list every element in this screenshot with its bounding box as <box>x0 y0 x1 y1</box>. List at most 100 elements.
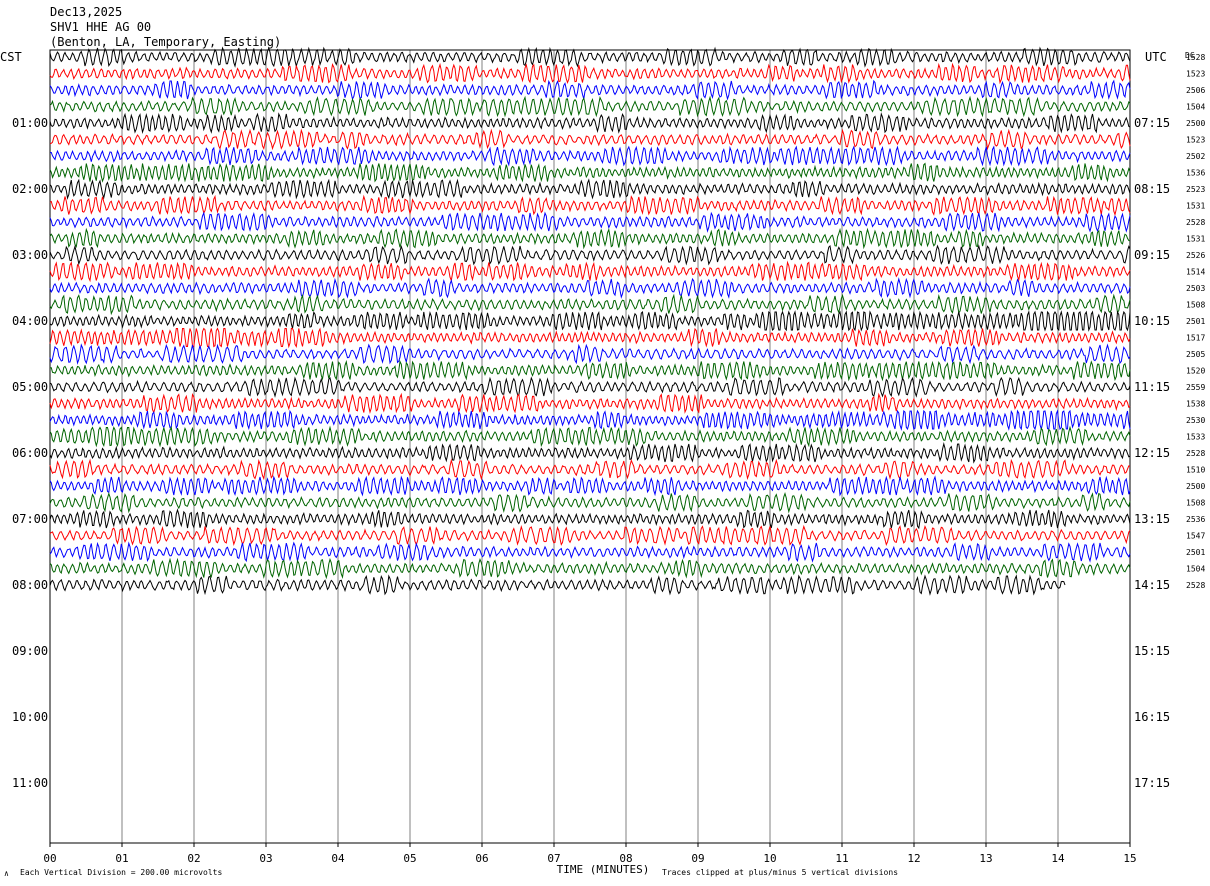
dc-offset-label: 2501 <box>1186 548 1205 557</box>
seismic-trace-line <box>49 475 1131 497</box>
left-hour-label: 02:00 <box>12 182 48 196</box>
left-hour-label: 07:00 <box>12 512 48 526</box>
left-hour-label: 06:00 <box>12 446 48 460</box>
seismic-trace-line <box>49 541 1131 563</box>
seismic-trace-line <box>49 327 1131 349</box>
plot-station: SHV1 HHE AG 00 <box>50 20 151 34</box>
right-hour-label: 09:15 <box>1134 248 1170 262</box>
x-tick-label: 09 <box>691 852 704 865</box>
x-tick-label: 04 <box>331 852 345 865</box>
trace-group <box>49 46 1131 596</box>
seismic-trace-line <box>50 145 1131 167</box>
dc-offset-label: 2559 <box>1186 383 1205 392</box>
right-hour-label: 10:15 <box>1134 314 1170 328</box>
dc-offset-label: 1538 <box>1186 400 1205 409</box>
seismic-trace-line <box>49 409 1131 431</box>
right-hour-label: 12:15 <box>1134 446 1170 460</box>
seismic-trace-line <box>49 79 1131 101</box>
right-hour-label: 07:15 <box>1134 116 1170 130</box>
x-tick-label: 14 <box>1051 852 1065 865</box>
dc-offset-label: 2528 <box>1186 218 1205 227</box>
dc-offset-label: 2528 <box>1186 449 1205 458</box>
right-hour-label: 15:15 <box>1134 644 1170 658</box>
dc-offset-label: 1504 <box>1186 565 1205 574</box>
x-tick-label: 13 <box>979 852 992 865</box>
dc-offset-label: 1547 <box>1186 532 1205 541</box>
dc-offset-label: 1533 <box>1186 433 1205 442</box>
right-hour-label: 17:15 <box>1134 776 1170 790</box>
footer-mark: ∧ <box>4 869 9 878</box>
seismic-trace-line <box>49 62 1131 85</box>
x-tick-label: 10 <box>763 852 776 865</box>
seismic-trace-line <box>49 112 1131 134</box>
seismic-trace-line <box>49 95 1131 118</box>
x-tick-label: 12 <box>907 852 920 865</box>
left-hour-label: 05:00 <box>12 380 48 394</box>
dc-offset-label: 2526 <box>1186 251 1205 260</box>
x-tick-label: 11 <box>835 852 848 865</box>
seismic-trace-line <box>49 194 1131 217</box>
dc-offset-label: 2528 <box>1186 581 1205 590</box>
x-axis-label: TIME (MINUTES) <box>557 863 650 876</box>
dc-offset-label: 1517 <box>1186 334 1205 343</box>
seismic-trace-line <box>49 178 1131 200</box>
dc-offset-label: 2505 <box>1186 350 1205 359</box>
right-timezone: UTC <box>1145 50 1167 64</box>
x-tick-label: 06 <box>475 852 488 865</box>
helicorder-plot: Dec13,2025 SHV1 HHE AG 00 (Benton, LA, T… <box>0 5 1205 878</box>
left-hour-label: 04:00 <box>12 314 48 328</box>
seismic-trace-line <box>49 458 1131 481</box>
seismic-trace-line <box>49 227 1131 250</box>
seismic-trace-line <box>49 310 1131 332</box>
dc-offset-label: 1536 <box>1186 169 1205 178</box>
left-hour-label: 10:00 <box>12 710 48 724</box>
dc-offset-label: 2502 <box>1186 152 1205 161</box>
dc-offset-label: 1523 <box>1186 136 1205 145</box>
x-tick-label: 05 <box>403 852 416 865</box>
dc-offset-label: 1514 <box>1186 268 1205 277</box>
dc-offset-label: 2500 <box>1186 482 1205 491</box>
plot-location: (Benton, LA, Temporary, Easting) <box>50 35 281 49</box>
x-tick-label: 02 <box>187 852 200 865</box>
seismic-trace-line <box>49 343 1131 365</box>
x-axis-ticks: 00 01 02 03 04 05 06 07 08 09 10 11 12 13 14 15 <box>43 843 1137 865</box>
right-hour-label: 08:15 <box>1134 182 1170 196</box>
dc-offset-label: 2523 <box>1186 185 1205 194</box>
left-hour-label: 01:00 <box>12 116 48 130</box>
seismic-trace-line <box>49 162 1131 183</box>
dc-offset-label: 2536 <box>1186 515 1205 524</box>
seismic-trace-line <box>49 574 1066 596</box>
left-timezone: CST <box>0 50 22 64</box>
dc-offset-label: 1523 <box>1186 70 1205 79</box>
seismic-trace-line <box>49 293 1131 316</box>
seismic-trace-line <box>49 508 1131 530</box>
seismic-trace-line <box>49 491 1131 514</box>
dc-offset-label: 1508 <box>1186 499 1205 508</box>
dc-offset-label: 2501 <box>1186 317 1205 326</box>
right-hour-label: 11:15 <box>1134 380 1170 394</box>
dc-offset-label: 1520 <box>1186 367 1205 376</box>
dc-offset-label: 2530 <box>1186 416 1205 425</box>
left-hour-label: 03:00 <box>12 248 48 262</box>
dc-offset-label: 2500 <box>1186 119 1205 128</box>
x-tick-label: 00 <box>43 852 56 865</box>
dc-offset-label: 2503 <box>1186 284 1205 293</box>
seismic-trace-line <box>49 128 1131 151</box>
seismic-trace-line <box>49 211 1131 233</box>
seismic-trace-line <box>49 46 1131 68</box>
right-hour-label: 14:15 <box>1134 578 1170 592</box>
right-hour-label: 13:15 <box>1134 512 1170 526</box>
dc-offset-label: 1508 <box>1186 301 1205 310</box>
x-tick-label: 01 <box>115 852 128 865</box>
seismic-trace-line <box>49 260 1131 283</box>
plot-date: Dec13,2025 <box>50 5 122 19</box>
dc-offset-label: 1510 <box>1186 466 1205 475</box>
dc-labels: 1528 1523 2506 1504 2500 1523 2502 1536 2523 1531… <box>1186 53 1205 590</box>
dc-offset-label: 1528 <box>1186 53 1205 62</box>
seismic-trace-line <box>49 557 1131 580</box>
right-hour-label: 16:15 <box>1134 710 1170 724</box>
footer-clip-note: Traces clipped at plus/minus 5 vertical … <box>662 868 898 877</box>
dc-offset-label: 1504 <box>1186 103 1205 112</box>
seismic-trace-line <box>49 392 1131 414</box>
seismic-trace-line <box>49 359 1131 382</box>
